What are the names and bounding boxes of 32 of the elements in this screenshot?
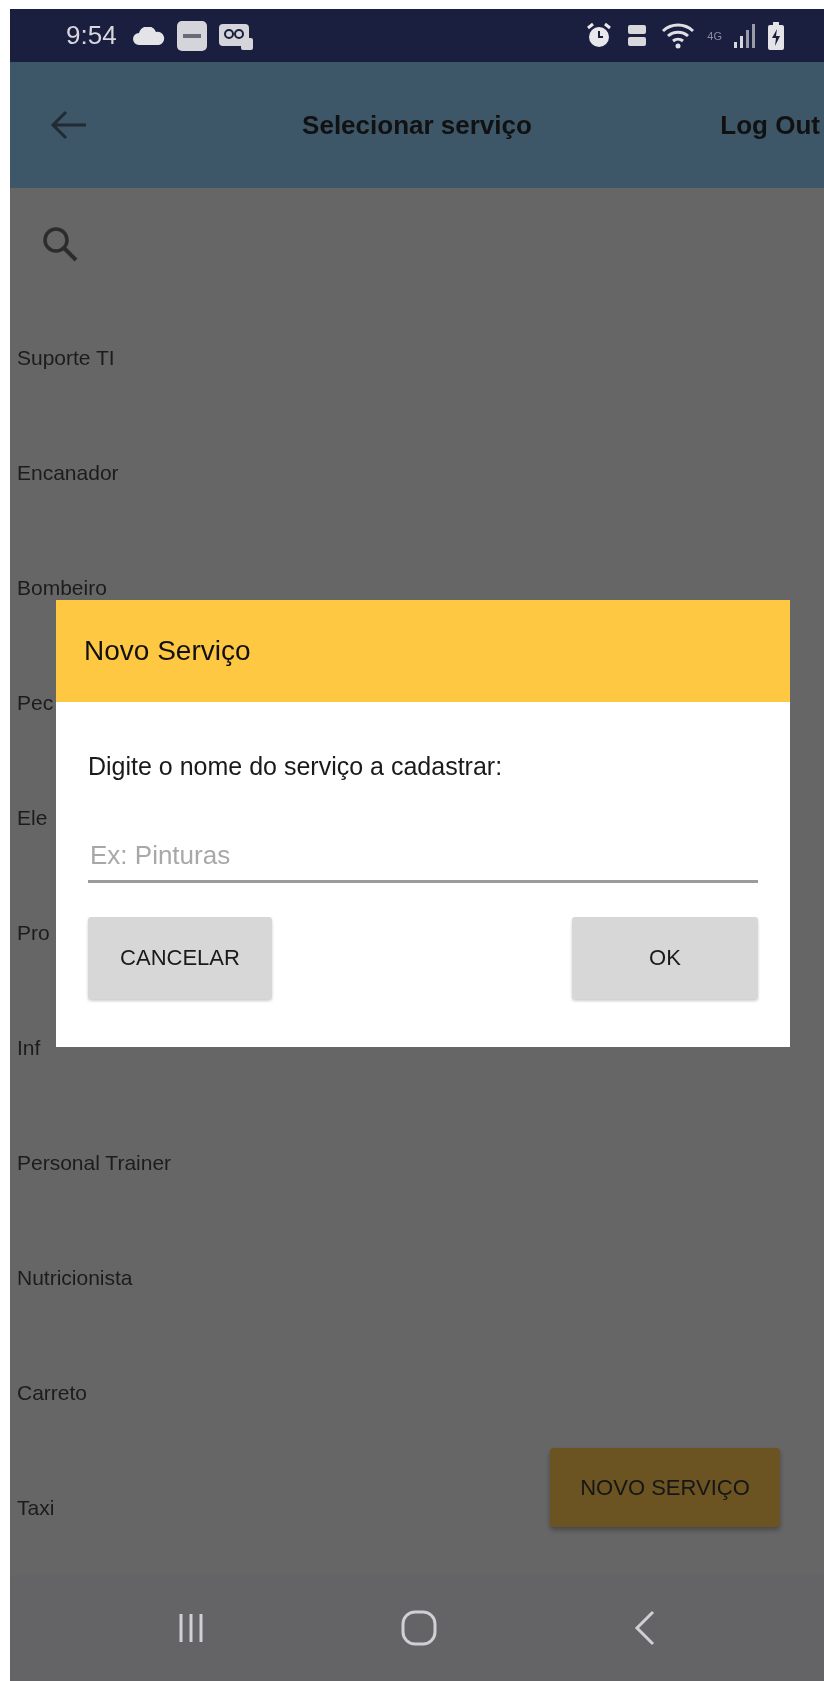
recent-apps-icon[interactable] <box>178 1612 205 1644</box>
cloud-icon <box>132 26 165 45</box>
service-item: Pro <box>17 920 50 945</box>
service-item[interactable]: Nutricionista <box>17 1265 133 1290</box>
back-icon[interactable] <box>633 1610 656 1646</box>
dialog-title: Novo Serviço <box>84 635 251 667</box>
service-item[interactable]: Encanador <box>17 460 119 485</box>
service-item[interactable]: Carreto <box>17 1380 88 1405</box>
voicemail-icon <box>218 21 253 50</box>
dialog-message: Digite o nome do serviço a cadastrar: <box>88 752 504 781</box>
home-icon[interactable] <box>401 1610 437 1646</box>
back-button[interactable] <box>50 110 88 140</box>
app-notification-icon <box>176 20 207 51</box>
service-item: Ele <box>17 805 48 830</box>
battery-charging-icon <box>768 21 784 50</box>
service-item[interactable]: Bombeiro <box>17 575 107 600</box>
ok-button[interactable]: OK <box>572 917 758 999</box>
search-button[interactable] <box>40 224 80 264</box>
status-time: 9:54 <box>66 20 117 51</box>
service-item: Inf <box>17 1035 41 1060</box>
screen-title: Selecionar serviço <box>302 109 532 141</box>
signal-icon <box>734 23 756 48</box>
logout-button[interactable]: Log Out <box>720 109 824 141</box>
service-item[interactable]: Suporte TI <box>17 345 115 370</box>
wifi-icon <box>661 21 696 50</box>
alarm-icon <box>585 21 614 50</box>
network-type: 4G <box>707 29 722 42</box>
service-item: Pec <box>17 690 54 715</box>
service-item[interactable]: Taxi <box>17 1495 55 1520</box>
service-item[interactable]: Personal Trainer <box>17 1150 172 1175</box>
cancel-button[interactable]: CANCELAR <box>88 917 272 999</box>
new-service-button[interactable]: NOVO SERVIÇO <box>550 1448 780 1527</box>
